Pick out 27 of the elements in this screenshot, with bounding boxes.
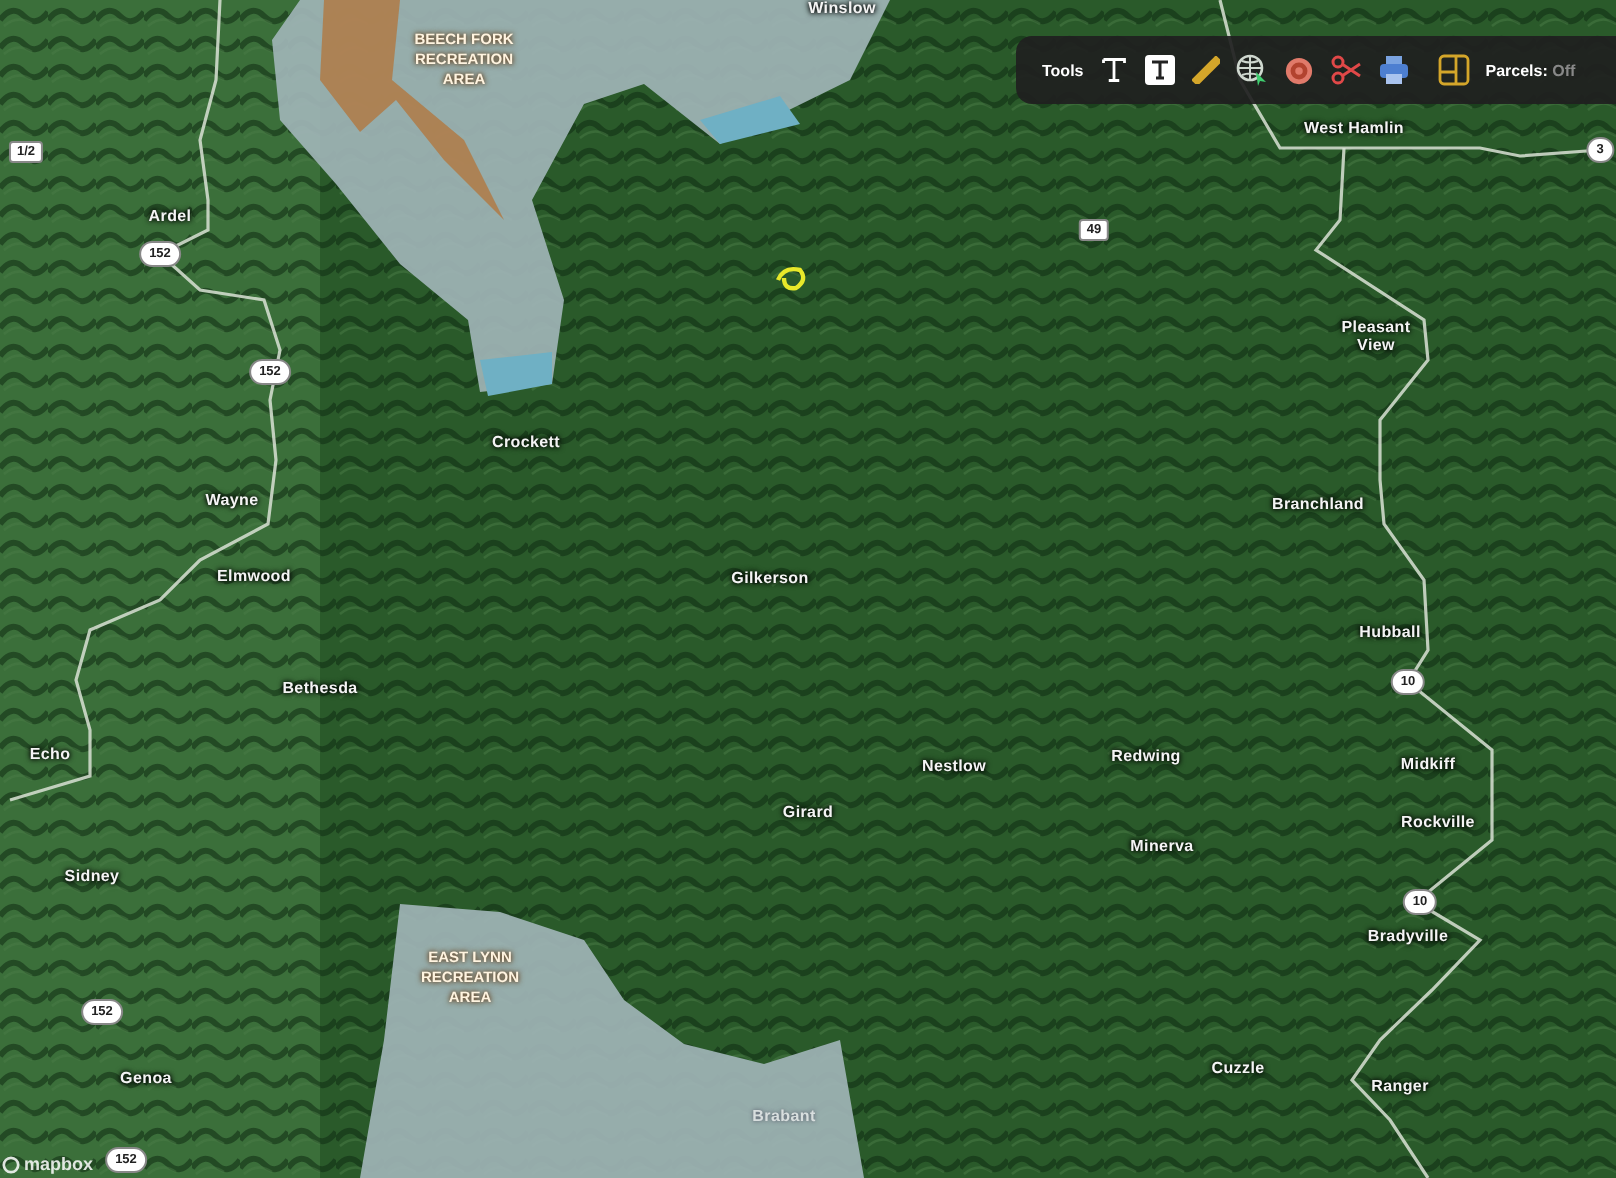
- place-label: Pleasant View: [1339, 318, 1413, 354]
- place-label: Sidney: [64, 867, 120, 885]
- place-label: Bethesda: [282, 679, 358, 697]
- place-label: Branchland: [1272, 495, 1364, 513]
- place-label: Girard: [782, 803, 834, 821]
- place-label: Crockett: [491, 433, 561, 451]
- place-label: Wayne: [205, 491, 259, 509]
- place-label: Cuzzle: [1211, 1059, 1265, 1077]
- place-label: Ranger: [1371, 1077, 1429, 1095]
- place-label: Nestlow: [921, 757, 987, 775]
- place-label: Minerva: [1130, 837, 1194, 855]
- mapbox-logo[interactable]: mapbox: [2, 1154, 94, 1174]
- place-label: Midkiff: [1400, 755, 1456, 773]
- place-label: Hubball: [1359, 623, 1421, 641]
- place-label: Winslow: [808, 0, 876, 17]
- place-label: Ardel: [148, 207, 192, 225]
- place-label: Rockville: [1401, 813, 1475, 831]
- place-label: Genoa: [120, 1069, 172, 1087]
- place-label: Elmwood: [217, 567, 291, 585]
- place-label: Brabant: [752, 1107, 816, 1125]
- parcels-toggle[interactable]: Parcels: Off: [1485, 61, 1576, 79]
- place-label: West Hamlin: [1303, 119, 1405, 137]
- toolbar-label: Tools: [1042, 61, 1084, 79]
- place-label: Echo: [29, 745, 71, 763]
- place-label: Bradyville: [1367, 927, 1449, 945]
- place-label: Gilkerson: [731, 569, 809, 587]
- place-label: Redwing: [1111, 747, 1181, 765]
